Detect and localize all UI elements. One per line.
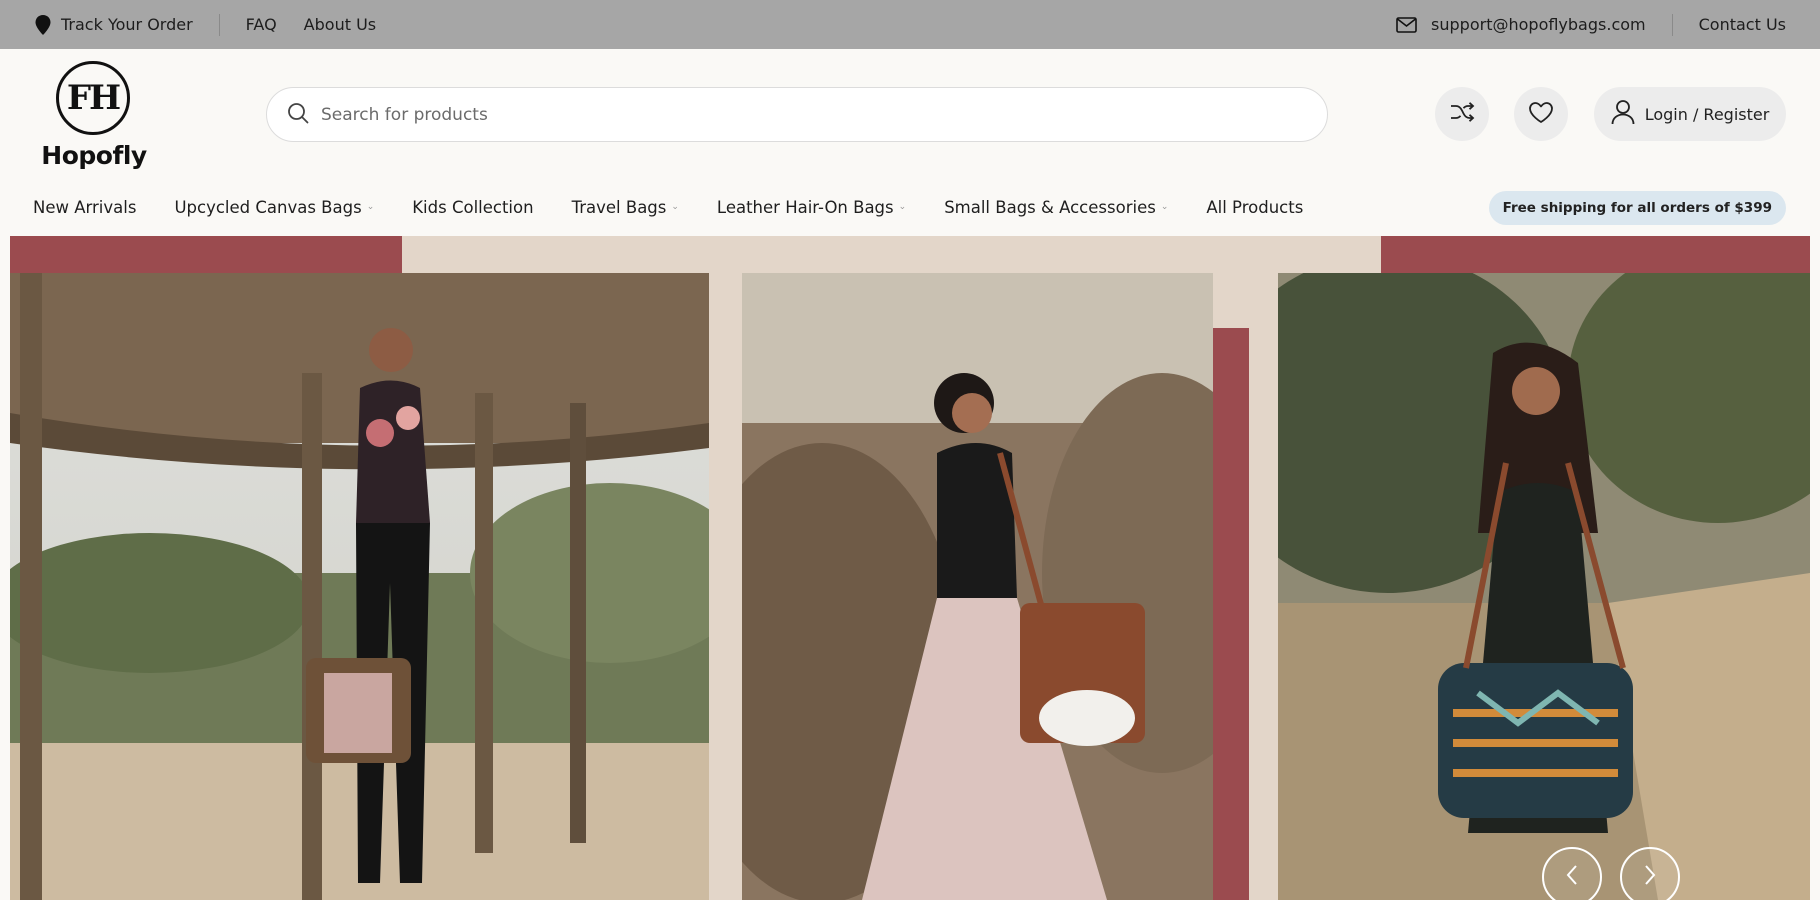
main-nav: New Arrivals Upcycled Canvas Bags ⌄ Kids…: [0, 183, 1820, 231]
accent-band-vertical: [1213, 328, 1249, 900]
login-register-label: Login / Register: [1644, 104, 1770, 124]
nav-item-small-bags-accessories[interactable]: Small Bags & Accessories ⌄: [944, 198, 1168, 217]
contact-link[interactable]: Contact Us: [1699, 15, 1786, 34]
nav-item-kids-collection[interactable]: Kids Collection: [412, 198, 533, 217]
wishlist-button[interactable]: [1514, 87, 1568, 141]
hero-image-1: [10, 273, 709, 900]
nav-item-label: Leather Hair-On Bags: [716, 197, 894, 217]
hero-image-2: [742, 273, 1213, 900]
faq-label: FAQ: [245, 15, 277, 34]
heart-icon: [1528, 101, 1554, 128]
nav-item-travel-bags[interactable]: Travel Bags ⌄: [572, 198, 679, 217]
nav-item-label: New Arrivals: [33, 197, 137, 217]
top-bar-left: Track Your Order FAQ About Us: [34, 13, 376, 36]
chevron-down-icon: ⌄: [1160, 202, 1169, 212]
carousel-prev-button[interactable]: [1542, 847, 1602, 900]
chevron-right-icon: [1643, 864, 1657, 890]
shuffle-icon: [1449, 101, 1475, 127]
site-header: FH Hopofly Login / Register: [0, 49, 1820, 179]
nav-item-label: Travel Bags: [571, 197, 667, 217]
search-bar: [266, 87, 1328, 142]
carousel-next-button[interactable]: [1620, 847, 1680, 900]
chevron-down-icon: ⌄: [898, 202, 907, 212]
nav-item-label: All Products: [1206, 197, 1304, 217]
login-register-button[interactable]: Login / Register: [1594, 87, 1786, 141]
chevron-down-icon: ⌄: [366, 202, 375, 212]
logo-monogram: FH: [56, 61, 130, 135]
nav-item-label: Upcycled Canvas Bags: [174, 197, 362, 217]
about-label: About Us: [303, 15, 377, 34]
search-input[interactable]: [321, 104, 1307, 125]
email-link[interactable]: support@hopoflybags.com: [1396, 15, 1646, 34]
site-logo[interactable]: FH Hopofly: [34, 61, 154, 173]
hero-banner: [10, 236, 1810, 900]
user-icon: [1611, 99, 1635, 129]
top-bar: Track Your Order FAQ About Us support@ho…: [0, 0, 1820, 49]
top-bar-right: support@hopoflybags.com Contact Us: [1396, 13, 1786, 36]
nav-item-label: Kids Collection: [412, 197, 534, 217]
nav-item-label: Small Bags & Accessories: [944, 197, 1156, 217]
divider: [1671, 13, 1673, 36]
compare-button[interactable]: [1435, 87, 1489, 141]
chevron-down-icon: ⌄: [671, 202, 679, 212]
location-pin-icon: [34, 14, 52, 36]
contact-label: Contact Us: [1698, 15, 1786, 34]
email-label: support@hopoflybags.com: [1431, 15, 1646, 34]
nav-item-new-arrivals[interactable]: New Arrivals: [33, 198, 136, 217]
divider: [218, 13, 220, 36]
nav-item-upcycled-canvas-bags[interactable]: Upcycled Canvas Bags ⌄: [174, 198, 374, 217]
accent-band-left: [10, 236, 402, 273]
free-shipping-badge: Free shipping for all orders of $399: [1488, 191, 1786, 225]
logo-wordmark: Hopofly: [41, 141, 147, 170]
envelope-icon: [1396, 16, 1417, 33]
chevron-left-icon: [1565, 864, 1579, 890]
about-link[interactable]: About Us: [304, 15, 376, 34]
hero-image-3: [1278, 273, 1810, 900]
faq-link[interactable]: FAQ: [246, 15, 277, 34]
nav-item-leather-hair-on-bags[interactable]: Leather Hair-On Bags ⌄: [717, 198, 906, 217]
track-order-label: Track Your Order: [61, 15, 193, 34]
search-icon[interactable]: [287, 102, 309, 128]
nav-item-all-products[interactable]: All Products: [1206, 198, 1303, 217]
accent-band-right: [1381, 236, 1810, 273]
track-order-link[interactable]: Track Your Order: [34, 14, 193, 36]
